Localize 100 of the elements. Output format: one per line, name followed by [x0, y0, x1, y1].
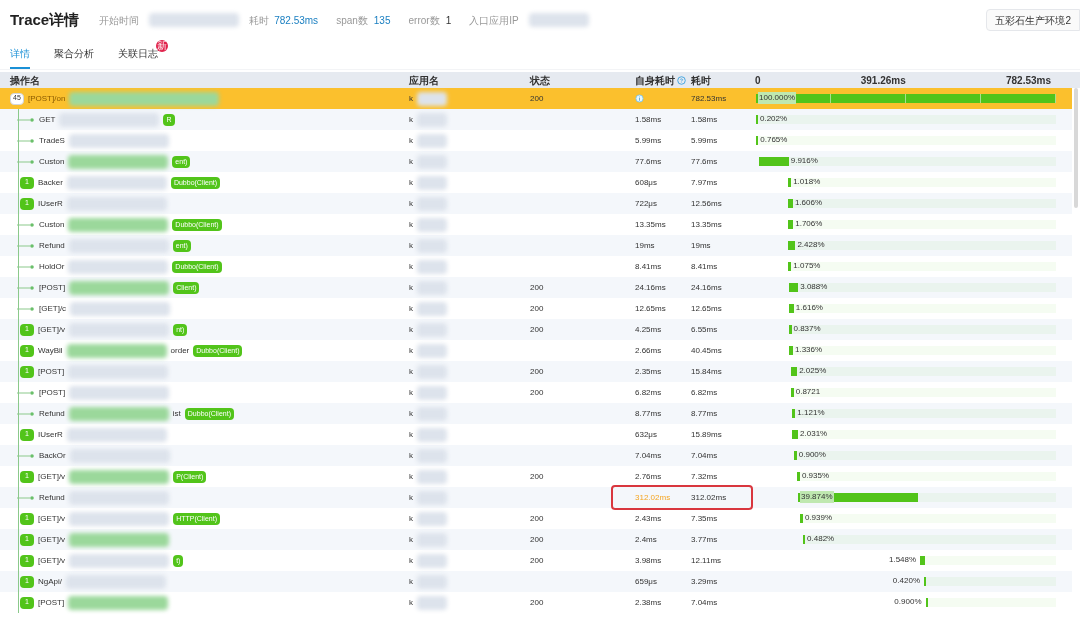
duration-percent: 1.548% — [887, 554, 918, 566]
app-name: k — [409, 176, 413, 189]
total-time: 40.45ms — [691, 345, 722, 355]
app-name: k — [409, 533, 413, 546]
column-header: 自身耗时 — [635, 73, 675, 88]
total-time: 15.84ms — [691, 366, 722, 376]
operation-name: [GET]/c — [39, 302, 67, 315]
column-header: 状态 — [530, 73, 551, 88]
operation-name: [GET]/v — [38, 323, 66, 336]
self-time: 2.4ms — [635, 534, 657, 544]
self-time: 1.58ms — [635, 114, 662, 124]
duration-percent: 9.916% — [789, 155, 819, 167]
app-name: k — [409, 113, 413, 126]
error-count-label: error数 — [408, 13, 440, 28]
duration-percent: 2.031% — [799, 428, 829, 440]
duration-percent: 0.935% — [800, 470, 831, 482]
app-name: k — [409, 365, 413, 378]
page-title: Trace详情 — [10, 9, 80, 30]
operation-name: [POST]/on — [28, 92, 66, 105]
duration-percent: 0.765% — [759, 134, 789, 146]
duration-percent: 2.428% — [796, 239, 826, 251]
status-code: 200 — [530, 282, 544, 292]
total-time: 15.89ms — [691, 429, 722, 439]
status-code: 200 — [530, 366, 544, 376]
app-name: k — [409, 218, 413, 231]
self-time: 77.6ms — [635, 156, 662, 166]
total-time: 12.11ms — [691, 555, 722, 565]
tab[interactable]: 聚合分析 — [54, 46, 94, 69]
operation-name: Custon — [39, 218, 65, 231]
redaction-mask — [417, 511, 447, 526]
help-icon[interactable] — [677, 75, 686, 85]
redaction-mask — [417, 343, 447, 358]
total-time: 6.82ms — [691, 387, 718, 397]
span-row[interactable]: Refund k 312.02ms 312.02ms 39.874% — [0, 487, 1072, 508]
operation-name: Custon — [39, 155, 65, 168]
app-name: k — [409, 197, 413, 210]
self-time: 2.76ms — [635, 471, 662, 481]
operation-name: GET — [39, 113, 56, 126]
operation-name: [POST] — [39, 386, 66, 399]
self-time: 13.35ms — [635, 219, 666, 229]
duration-percent: 1.018% — [792, 176, 822, 188]
duration-percent: 0.202% — [759, 113, 789, 125]
duration-percent: 3.088% — [799, 281, 829, 293]
redaction-mask — [417, 259, 447, 274]
redaction-mask — [417, 385, 447, 400]
redaction-mask — [417, 217, 447, 232]
duration-percent: 0.900% — [797, 449, 827, 461]
timeline-tick: 0 — [755, 73, 761, 88]
status-code: 200 — [530, 555, 544, 565]
app-name: k — [409, 92, 413, 105]
self-time: 2.66ms — [635, 345, 662, 355]
total-time: 8.41ms — [691, 261, 718, 271]
total-time: 3.29ms — [691, 576, 718, 586]
self-time: 4.25ms — [635, 324, 662, 334]
app-name: k — [409, 428, 413, 441]
total-time: 24.16ms — [691, 282, 722, 292]
app-name: k — [409, 449, 413, 462]
app-name: k — [409, 134, 413, 147]
operation-name: HoldOr — [39, 260, 65, 273]
total-time: 13.35ms — [691, 219, 722, 229]
new-badge: 新 — [156, 40, 168, 52]
status-code: 200 — [530, 534, 544, 544]
self-time: 312.02ms — [635, 492, 671, 502]
tab[interactable]: 关联日志 — [118, 46, 158, 69]
span-count-value: 135 — [373, 13, 391, 28]
app-name: k — [409, 281, 413, 294]
total-time: 19ms — [691, 240, 711, 250]
redaction-mask — [417, 91, 447, 106]
self-time: 5.99ms — [635, 135, 662, 145]
self-time: 7.04ms — [635, 450, 662, 460]
operation-name: [GET]/v — [38, 554, 66, 567]
span-row[interactable]: BackOr k 7.04ms 7.04ms 0.900% — [0, 445, 1072, 466]
duration-percent: 1.075% — [792, 260, 822, 272]
total-time: 77.6ms — [691, 156, 718, 166]
operation-name-suffix: order — [170, 344, 190, 357]
operation-name: WayBil — [38, 344, 63, 357]
operation-name: [GET]/v — [38, 470, 66, 483]
total-time: 12.56ms — [691, 198, 722, 208]
status-code: 200 — [530, 513, 544, 523]
self-time: 12.65ms — [635, 303, 666, 313]
app-name: k — [409, 512, 413, 525]
duration-label: 耗时 — [249, 13, 270, 28]
redaction-mask — [417, 427, 447, 442]
environment-button[interactable]: 五彩石生产环境2 — [986, 9, 1080, 31]
self-time: 24.16ms — [635, 282, 666, 292]
operation-name: BackOr — [39, 449, 66, 462]
self-time: 608μs — [635, 177, 657, 187]
operation-name: [POST] — [38, 365, 65, 378]
status-code: 200 — [530, 324, 544, 334]
duration-percent: 0.8721 — [794, 386, 822, 398]
operation-name: Refund — [39, 491, 65, 504]
self-time: 722μs — [635, 198, 657, 208]
app-name: k — [409, 575, 413, 588]
duration-percent: 1.606% — [793, 197, 824, 209]
operation-name: IUserR — [38, 428, 63, 441]
self-time: 659μs — [635, 576, 657, 586]
total-time: 312.02ms — [691, 492, 727, 502]
redaction-mask — [417, 553, 447, 568]
tab[interactable]: 详情 — [10, 46, 30, 69]
app-name: k — [409, 344, 413, 357]
